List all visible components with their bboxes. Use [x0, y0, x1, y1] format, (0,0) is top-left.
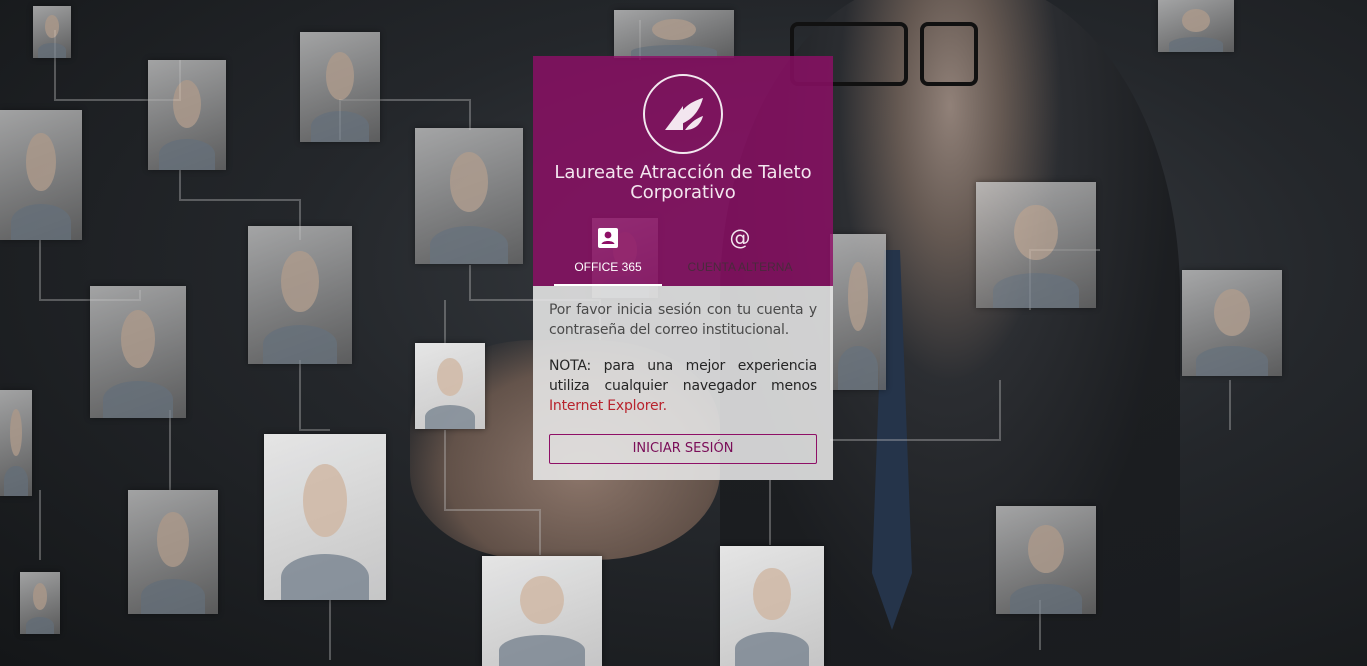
profile-photo [300, 32, 380, 142]
profile-photo [0, 390, 32, 496]
login-card-body: Por favor inicia sesión con tu cuenta y … [533, 286, 833, 480]
profile-photo [415, 343, 485, 429]
login-instructions: Por favor inicia sesión con tu cuenta y … [549, 302, 817, 338]
profile-photo [976, 182, 1096, 308]
contact-card-icon [548, 224, 668, 254]
profile-photo [264, 434, 386, 600]
profile-photo [148, 60, 226, 170]
svg-text:@: @ [730, 226, 751, 250]
browser-note: NOTA: para una mejor experiencia utiliza… [549, 356, 817, 416]
internet-explorer-highlight: Internet Explorer [549, 398, 663, 414]
profile-photo [614, 10, 734, 58]
browser-note-end: . [662, 398, 667, 414]
tab-cuenta-alterna-label: CUENTA ALTERNA [687, 260, 793, 274]
profile-photo [90, 286, 186, 418]
login-button[interactable]: INICIAR SESIÓN [549, 434, 817, 464]
profile-photo [482, 556, 602, 666]
profile-photo [996, 506, 1096, 614]
tab-office-365[interactable]: OFFICE 365 [548, 224, 668, 286]
login-card-header: Laureate Atracción de Taleto Corporativo… [533, 56, 833, 286]
profile-photo [720, 546, 824, 666]
app-title: Laureate Atracción de Taleto Corporativo [554, 162, 812, 203]
profile-photo [20, 572, 60, 634]
profile-photo [1182, 270, 1282, 376]
profile-photo [830, 234, 886, 390]
at-sign-icon: @ [680, 224, 800, 254]
browser-note-text: NOTA: para una mejor experiencia utiliza… [549, 358, 817, 394]
tab-office-365-label: OFFICE 365 [574, 260, 642, 274]
profile-photo [33, 6, 71, 58]
tab-cuenta-alterna[interactable]: @ CUENTA ALTERNA [680, 224, 800, 286]
profile-photo [1158, 0, 1234, 52]
profile-photo [248, 226, 352, 364]
profile-photo [0, 110, 82, 240]
profile-photo [415, 128, 523, 264]
laureate-leaf-logo-icon [643, 74, 723, 154]
login-card: Laureate Atracción de Taleto Corporativo… [533, 56, 833, 480]
profile-photo [128, 490, 218, 614]
